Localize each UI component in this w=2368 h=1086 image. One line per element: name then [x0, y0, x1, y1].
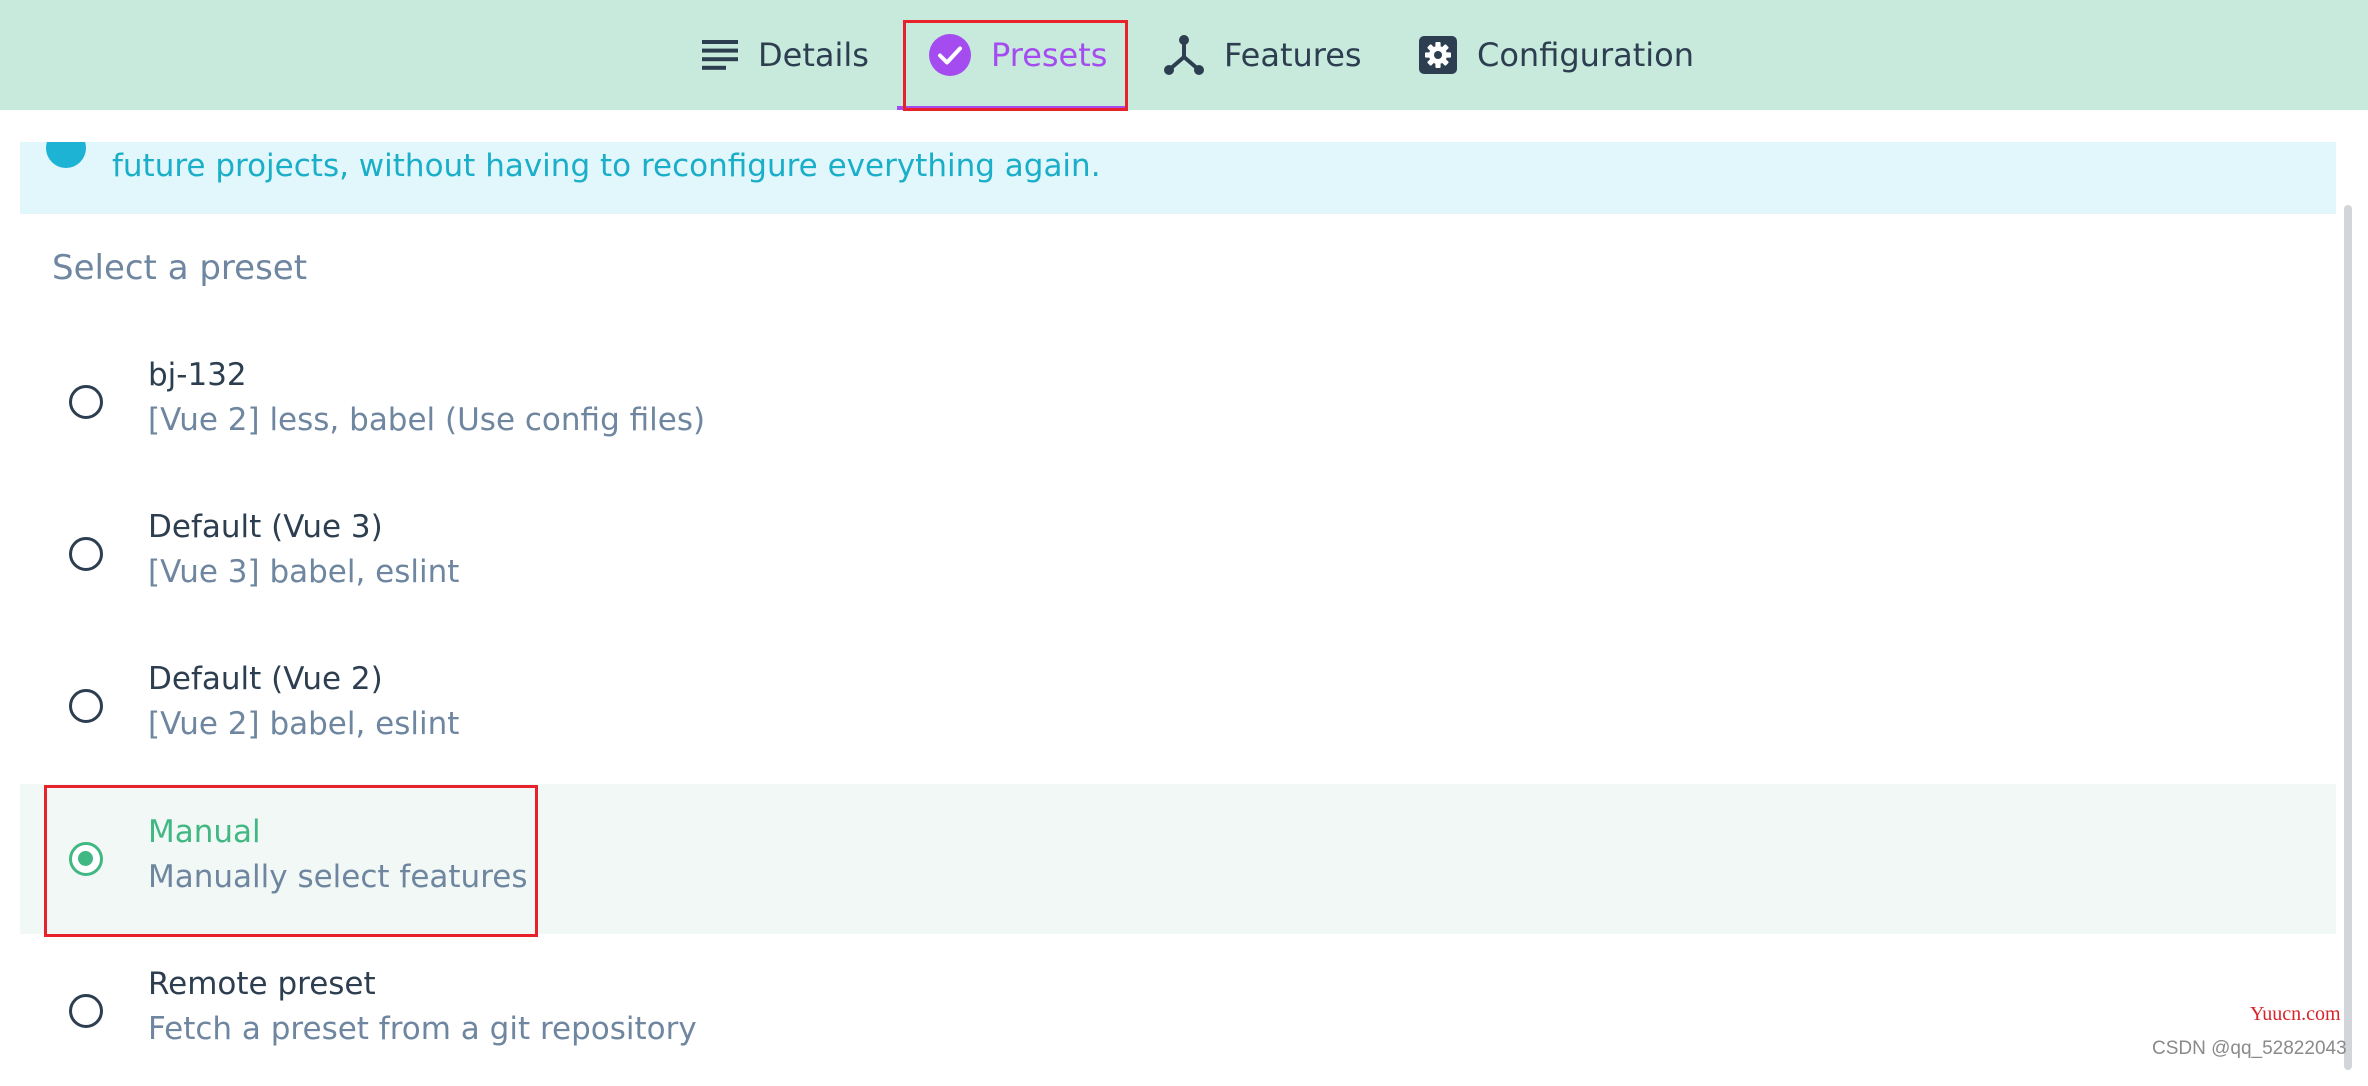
tab-bar: Details Presets Features Configuration	[0, 0, 2368, 110]
radio-button[interactable]	[69, 689, 103, 723]
preset-title: Manual	[148, 814, 261, 850]
preset-title: Remote preset	[148, 966, 376, 1002]
info-banner-text: future projects, without having to recon…	[112, 148, 1101, 184]
preset-option-remote[interactable]: Remote preset Fetch a preset from a git …	[20, 936, 2336, 1086]
preset-option-bj-132[interactable]: bj-132 [Vue 2] less, babel (Use config f…	[20, 327, 2336, 477]
tab-presets[interactable]: Presets	[929, 0, 1107, 110]
preset-section-heading: Select a preset	[52, 248, 308, 288]
info-banner: future projects, without having to recon…	[20, 142, 2336, 214]
preset-description: Fetch a preset from a git repository	[148, 1011, 697, 1047]
preset-option-default-vue3[interactable]: Default (Vue 3) [Vue 3] babel, eslint	[20, 479, 2336, 629]
gear-icon	[1419, 36, 1457, 74]
radio-button-checked[interactable]	[69, 842, 103, 876]
tab-features[interactable]: Features	[1164, 0, 1362, 110]
preset-description: [Vue 2] less, babel (Use config files)	[148, 402, 706, 438]
active-tab-indicator	[897, 106, 1127, 110]
preset-title: bj-132	[148, 357, 247, 393]
preset-option-manual[interactable]: Manual Manually select features	[20, 784, 2336, 934]
credit-watermark: CSDN @qq_52822043	[2152, 1038, 2347, 1059]
tab-details-label: Details	[758, 36, 869, 74]
check-circle-icon	[929, 34, 971, 76]
tab-configuration-label: Configuration	[1477, 36, 1695, 74]
radio-button[interactable]	[69, 385, 103, 419]
preset-description: [Vue 3] babel, eslint	[148, 554, 460, 590]
fork-icon	[1164, 35, 1204, 75]
info-icon	[46, 142, 86, 168]
tab-features-label: Features	[1224, 36, 1362, 74]
list-icon	[702, 40, 738, 70]
preset-option-default-vue2[interactable]: Default (Vue 2) [Vue 2] babel, eslint	[20, 631, 2336, 781]
preset-description: Manually select features	[148, 859, 528, 895]
preset-description: [Vue 2] babel, eslint	[148, 706, 460, 742]
preset-title: Default (Vue 3)	[148, 509, 383, 545]
tab-configuration[interactable]: Configuration	[1419, 0, 1694, 110]
radio-button[interactable]	[69, 537, 103, 571]
tab-details[interactable]: Details	[702, 0, 869, 110]
preset-title: Default (Vue 2)	[148, 661, 383, 697]
scrollbar[interactable]	[2344, 205, 2352, 1070]
radio-button[interactable]	[69, 994, 103, 1028]
tab-presets-label: Presets	[991, 36, 1108, 74]
site-watermark: Yuucn.com	[2250, 1003, 2341, 1025]
